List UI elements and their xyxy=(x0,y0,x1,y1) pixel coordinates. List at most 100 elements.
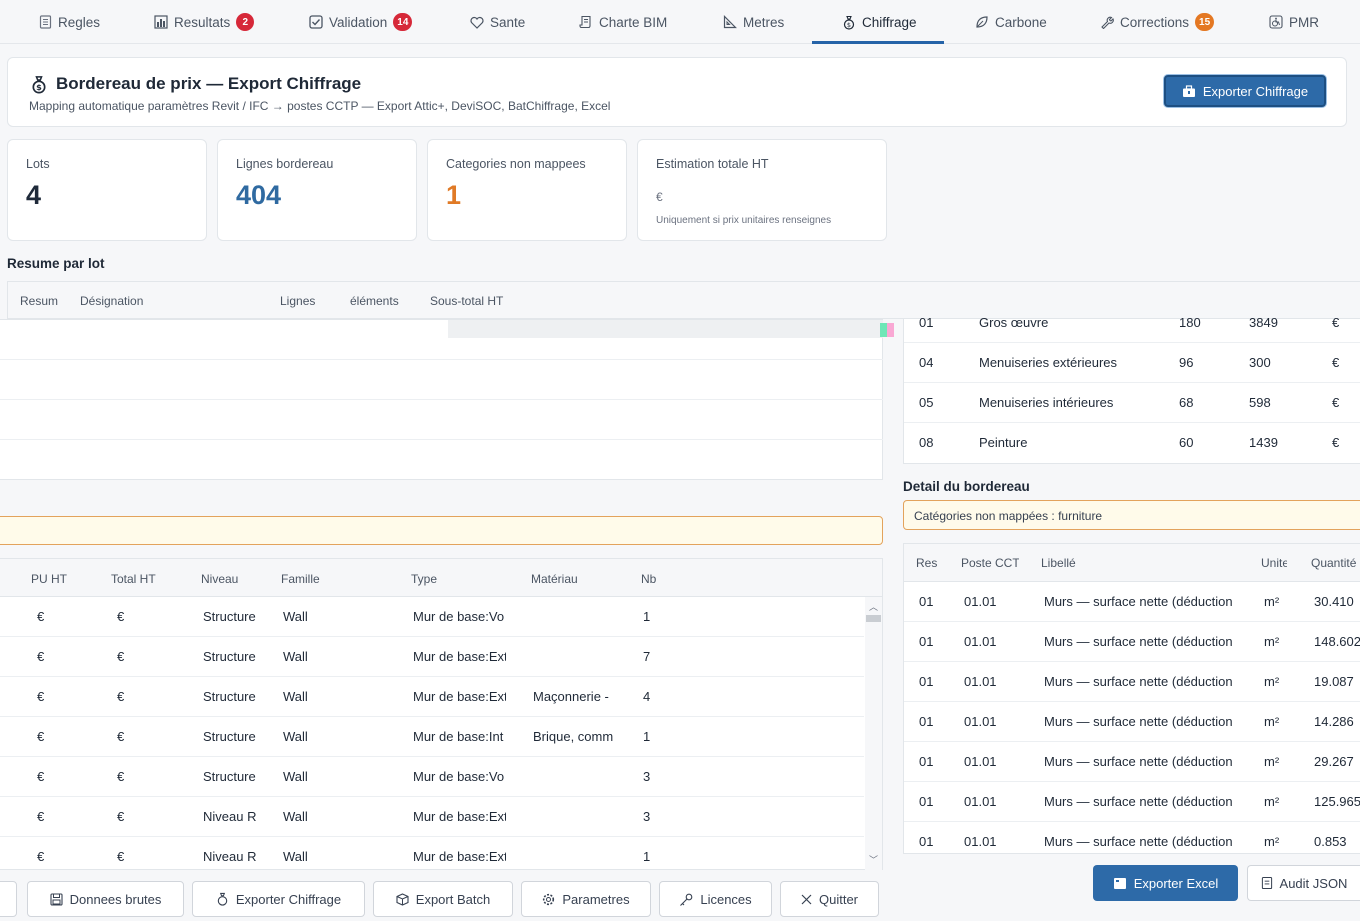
stat-estimation-totale: Estimation totale HT € Uniquement si pri… xyxy=(637,139,887,241)
column-header-quantite[interactable]: Quantité xyxy=(1311,556,1356,570)
tab-corrections[interactable]: Corrections 15 xyxy=(1100,0,1215,44)
table-row[interactable]: 08 Peinture 60 1439 € xyxy=(904,423,1360,463)
tab-metres[interactable]: Metres xyxy=(723,0,784,44)
cell-materiau xyxy=(533,597,623,637)
cell-quantite: 29.267 xyxy=(1314,754,1354,769)
column-header-niveau[interactable]: Niveau xyxy=(201,572,238,586)
footer-button-fragment[interactable] xyxy=(0,881,17,917)
tab-label: Validation xyxy=(329,14,388,30)
column-header-unite[interactable]: Unite xyxy=(1261,556,1287,570)
table-row[interactable]: € € Niveau R Wall Mur de base:Ext 3 xyxy=(0,797,864,837)
exporter-excel-button[interactable]: Exporter Excel xyxy=(1093,865,1238,901)
column-header-total-ht[interactable]: Total HT xyxy=(111,572,156,586)
wheelchair-icon xyxy=(1269,15,1283,29)
money-bag-icon: $ xyxy=(30,75,48,94)
tab-carbone[interactable]: Carbone xyxy=(975,0,1047,44)
svg-text:$: $ xyxy=(36,82,42,92)
cell-elements: 1439 xyxy=(1249,435,1278,450)
export-batch-button[interactable]: Export Batch xyxy=(373,881,513,917)
column-header-pu-ht[interactable]: PU HT xyxy=(31,572,67,586)
column-header-elements[interactable]: éléments xyxy=(350,294,399,308)
exporter-chiffrage-footer-button[interactable]: Exporter Chiffrage xyxy=(192,881,365,917)
tab-validation[interactable]: Validation 14 xyxy=(309,0,413,44)
warning-text: Catégories non mappées : furniture xyxy=(914,509,1103,523)
svg-text:$: $ xyxy=(847,21,851,29)
column-header-designation[interactable]: Désignation xyxy=(80,294,143,308)
page-subtitle: Mapping automatique paramètres Revit / I… xyxy=(29,99,611,113)
licences-button[interactable]: Licences xyxy=(659,881,772,917)
vertical-scrollbar[interactable]: ︿ ﹀ xyxy=(865,597,882,870)
stat-label: Lots xyxy=(26,157,50,171)
export-batch-label: Export Batch xyxy=(415,891,491,907)
cell-pu: € xyxy=(37,649,45,664)
scrollbar-thumb[interactable] xyxy=(866,615,881,622)
column-header-type[interactable]: Type xyxy=(411,572,437,586)
cell-famille: Wall xyxy=(283,809,308,824)
table-row[interactable]: € € Structure Wall Mur de base:Ext 7 xyxy=(0,637,864,677)
export-chiffrage-button[interactable]: Exporter Chiffrage xyxy=(1164,75,1326,107)
cell-poste: 01.01 xyxy=(964,594,997,609)
document-icon xyxy=(1261,876,1273,890)
cell-nb: 1 xyxy=(643,849,651,864)
column-header-libelle[interactable]: Libellé xyxy=(1041,556,1076,570)
table-row[interactable]: € € Structure Wall Mur de base:Ext Maçon… xyxy=(0,677,864,717)
column-header-sous-total[interactable]: Sous-total HT xyxy=(430,294,503,308)
tab-sante[interactable]: Sante xyxy=(470,0,525,44)
cell-niveau: Structure xyxy=(203,769,256,784)
detail-right-header: Resum Poste CCTP Libellé Unite Quantité xyxy=(904,544,1360,582)
tab-label: Sante xyxy=(490,14,526,30)
donnees-brutes-button[interactable]: Donnees brutes xyxy=(27,881,184,917)
cell-type: Mur de base:Ext xyxy=(413,649,506,664)
cell-lot: 01 xyxy=(919,794,934,809)
close-icon xyxy=(801,894,812,905)
detail-table-right: Resum Poste CCTP Libellé Unite Quantité … xyxy=(903,543,1360,854)
detail-left-header: PU HT Total HT Niveau Famille Type Matér… xyxy=(0,559,882,597)
table-row[interactable]: 01 01.01 Murs — surface nette (déduction… xyxy=(904,662,1360,702)
audit-json-button[interactable]: Audit JSON xyxy=(1247,865,1360,901)
tab-pmr[interactable]: PMR xyxy=(1269,0,1319,44)
cell-unite: m² xyxy=(1264,794,1280,809)
cell-type: Mur de base:Vo xyxy=(413,609,505,624)
table-row[interactable]: € € Structure Wall Mur de base:Vo 3 xyxy=(0,757,864,797)
parametres-button[interactable]: Parametres xyxy=(521,881,651,917)
cell-total: € xyxy=(117,849,125,864)
column-header-famille[interactable]: Famille xyxy=(281,572,320,586)
scroll-up-arrow[interactable]: ︿ xyxy=(869,600,878,613)
tab-label: Regles xyxy=(58,14,101,30)
cell-materiau: Brique, comm xyxy=(533,729,614,744)
cell-famille: Wall xyxy=(283,849,308,864)
column-header-poste-cctp[interactable]: Poste CCTP xyxy=(961,556,1019,570)
tab-chiffrage[interactable]: $ Chiffrage xyxy=(812,0,944,44)
table-row[interactable]: 01 01.01 Murs — surface nette (déduction… xyxy=(904,742,1360,782)
cell-lot: 01 xyxy=(919,674,934,689)
table-row[interactable]: 04 Menuiseries extérieures 96 300 € xyxy=(904,343,1360,383)
tab-charte-bim[interactable]: Charte BIM xyxy=(579,0,667,44)
cell-libelle: Murs — surface nette (déduction xyxy=(1044,594,1233,609)
wrench-icon xyxy=(1100,15,1114,29)
column-header-lignes[interactable]: Lignes xyxy=(280,294,315,308)
heart-icon xyxy=(470,15,484,29)
table-row[interactable]: 01 01.01 Murs — surface nette (déduction… xyxy=(904,622,1360,662)
cell-type: Mur de base:Ext xyxy=(413,809,506,824)
table-row[interactable]: 01 Gros œuvre 180 3849 € xyxy=(904,303,1360,343)
scroll-icon xyxy=(579,15,593,29)
quitter-button[interactable]: Quitter xyxy=(780,881,879,917)
table-row[interactable]: € € Structure Wall Mur de base:Int Briqu… xyxy=(0,717,864,757)
table-row[interactable]: 01 01.01 Murs — surface nette (déduction… xyxy=(904,702,1360,742)
tab-regles[interactable]: Regles xyxy=(38,0,100,44)
column-header-resum[interactable]: Resum xyxy=(20,294,58,308)
table-row[interactable]: € € Niveau R Wall Mur de base:Ext 1 xyxy=(0,837,864,870)
column-header-nb[interactable]: Nb xyxy=(641,572,656,586)
table-row[interactable]: 05 Menuiseries intérieures 68 598 € xyxy=(904,383,1360,423)
leaf-icon xyxy=(975,15,989,29)
column-header-materiau[interactable]: Matériau xyxy=(531,572,578,586)
table-row[interactable]: 01 01.01 Murs — surface nette (déduction… xyxy=(904,822,1360,854)
tab-resultats[interactable]: Resultats 2 xyxy=(154,0,255,44)
table-row[interactable]: 01 01.01 Murs — surface nette (déduction… xyxy=(904,782,1360,822)
table-row[interactable]: € € Structure Wall Mur de base:Vo 1 xyxy=(0,597,864,637)
column-header-resum[interactable]: Resum xyxy=(916,556,938,570)
scroll-down-arrow[interactable]: ﹀ xyxy=(869,853,878,866)
table-row[interactable]: 01 01.01 Murs — surface nette (déduction… xyxy=(904,582,1360,622)
spreadsheet-icon xyxy=(1113,877,1127,890)
cell-lignes: 68 xyxy=(1179,395,1194,410)
